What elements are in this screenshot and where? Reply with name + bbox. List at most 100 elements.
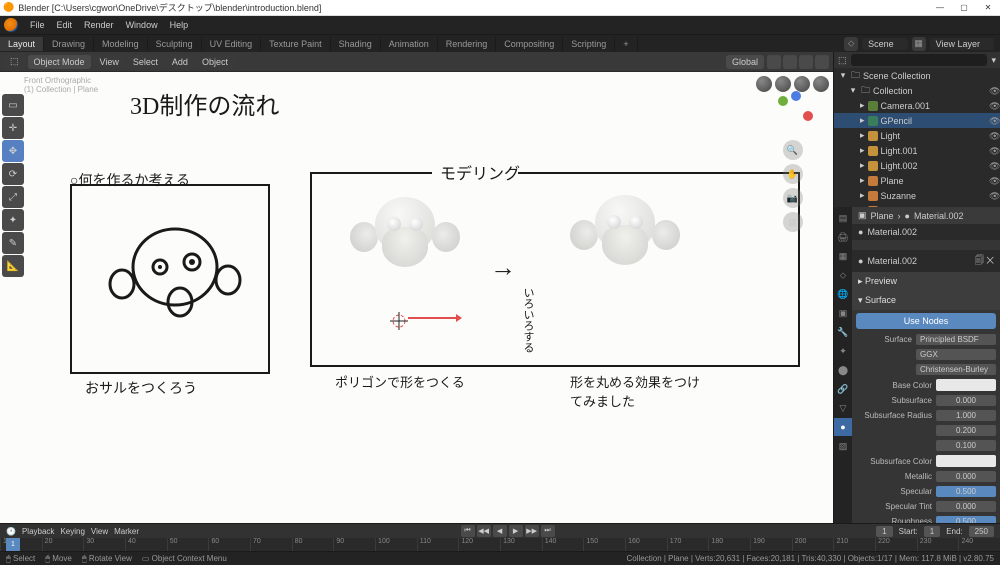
- tab-scripting[interactable]: Scripting: [563, 37, 615, 51]
- distribution-selector[interactable]: GGX: [916, 349, 996, 360]
- viewlayer-selector[interactable]: View Layer: [930, 38, 994, 50]
- zoom-gizmo-icon[interactable]: 🔍: [783, 140, 803, 160]
- surface-section[interactable]: ▾ Surface: [852, 291, 1000, 310]
- timeline-ruler[interactable]: 1 10203040506070809010011012013014015016…: [0, 538, 1000, 551]
- tab-rendering[interactable]: Rendering: [438, 37, 497, 51]
- cursor-tool[interactable]: ✛: [2, 117, 24, 139]
- current-frame-field[interactable]: 1: [876, 526, 892, 537]
- next-keyframe-button[interactable]: ▶▶: [525, 525, 539, 537]
- play-reverse-button[interactable]: ◀: [493, 525, 507, 537]
- menu-edit[interactable]: Edit: [51, 18, 79, 32]
- proportional-edit-icon[interactable]: [783, 55, 797, 69]
- viewport-menu-select[interactable]: Select: [127, 55, 164, 69]
- add-workspace-button[interactable]: +: [615, 37, 637, 51]
- outliner-filter-icon[interactable]: ▾: [991, 55, 996, 66]
- visibility-icon[interactable]: 👁: [989, 191, 998, 200]
- value-field[interactable]: 0.200: [936, 425, 996, 436]
- tab-world[interactable]: 🌐: [834, 285, 852, 303]
- visibility-icon[interactable]: 👁: [989, 176, 998, 185]
- navigation-gizmo[interactable]: [773, 96, 813, 136]
- outliner-item-gpencil[interactable]: ▸ GPencil👁: [834, 113, 1000, 128]
- tab-material[interactable]: ●: [834, 418, 852, 436]
- shading-solid-icon[interactable]: [775, 76, 791, 92]
- scale-tool[interactable]: ⤢: [2, 186, 24, 208]
- tab-uv-editing[interactable]: UV Editing: [202, 37, 262, 51]
- start-frame-field[interactable]: 1: [924, 526, 940, 537]
- move-tool[interactable]: ✥: [2, 140, 24, 162]
- outliner-item-light-001[interactable]: ▸ Light.001👁: [834, 143, 1000, 158]
- jump-end-button[interactable]: ⏭: [541, 525, 555, 537]
- menu-render[interactable]: Render: [78, 18, 120, 32]
- sss-method-selector[interactable]: Christensen-Burley: [916, 364, 996, 375]
- move-gizmo-x-icon[interactable]: [408, 317, 458, 319]
- close-button[interactable]: ✕: [976, 0, 1000, 15]
- editor-type-selector[interactable]: ⬚: [4, 54, 25, 69]
- outliner-item-camera-001[interactable]: ▸ Camera.001👁: [834, 98, 1000, 113]
- tab-animation[interactable]: Animation: [381, 37, 438, 51]
- outliner-scene-collection[interactable]: ▾🗀Scene Collection: [834, 68, 1000, 83]
- menu-help[interactable]: Help: [164, 18, 195, 32]
- tab-particles[interactable]: ✦: [834, 342, 852, 360]
- visibility-icon[interactable]: 👁: [989, 131, 998, 140]
- rotate-tool[interactable]: ⟳: [2, 163, 24, 185]
- menu-window[interactable]: Window: [120, 18, 164, 32]
- value-field[interactable]: 1.000: [936, 410, 996, 421]
- annotate-tool[interactable]: ✎: [2, 232, 24, 254]
- end-frame-field[interactable]: 250: [969, 526, 994, 537]
- shading-wireframe-icon[interactable]: [756, 76, 772, 92]
- playhead[interactable]: 1: [6, 538, 20, 551]
- prev-keyframe-button[interactable]: ◀◀: [477, 525, 491, 537]
- shading-material-icon[interactable]: [794, 76, 810, 92]
- tab-modifiers[interactable]: 🔧: [834, 323, 852, 341]
- visibility-icon[interactable]: 👁: [989, 161, 998, 170]
- use-nodes-button[interactable]: Use Nodes: [856, 313, 996, 329]
- measure-tool[interactable]: 📐: [2, 255, 24, 277]
- timeline-menu-marker[interactable]: Marker: [114, 527, 139, 536]
- transform-tool[interactable]: ✦: [2, 209, 24, 231]
- select-tool[interactable]: ▭: [2, 94, 24, 116]
- tab-scene[interactable]: ⬦: [834, 266, 852, 284]
- tab-render[interactable]: ▤: [834, 209, 852, 227]
- material-slot[interactable]: ●Material.002: [852, 224, 1000, 240]
- 3d-viewport[interactable]: Front Orthographic (1) Collection | Plan…: [0, 72, 833, 523]
- outliner-item-light[interactable]: ▸ Light👁: [834, 128, 1000, 143]
- axis-z-icon[interactable]: [791, 91, 801, 101]
- tab-object[interactable]: ▣: [834, 304, 852, 322]
- minimize-button[interactable]: —: [928, 0, 952, 15]
- camera-gizmo-icon[interactable]: 📷: [783, 188, 803, 208]
- visibility-icon[interactable]: 👁: [989, 146, 998, 155]
- viewport-menu-view[interactable]: View: [94, 55, 125, 69]
- outliner-type-icon[interactable]: ⬚: [838, 55, 847, 66]
- value-field[interactable]: 0.000: [936, 471, 996, 482]
- timeline-menu-keying[interactable]: Keying: [60, 527, 84, 536]
- visibility-icon[interactable]: 👁: [989, 116, 998, 125]
- snap-icon[interactable]: [767, 55, 781, 69]
- play-button[interactable]: ▶: [509, 525, 523, 537]
- timeline-menu-playback[interactable]: Playback: [22, 527, 54, 536]
- xray-toggle-icon[interactable]: [815, 55, 829, 69]
- value-field[interactable]: 0.000: [936, 501, 996, 512]
- value-field[interactable]: 0.100: [936, 440, 996, 451]
- tab-data[interactable]: ▽: [834, 399, 852, 417]
- value-field[interactable]: 0.500: [936, 486, 996, 497]
- material-name-field[interactable]: ●Material.002 🗐 ✕: [852, 250, 1000, 272]
- pan-gizmo-icon[interactable]: ✋: [783, 164, 803, 184]
- outliner-item-plane[interactable]: ▸ Plane👁: [834, 173, 1000, 188]
- timeline-type-icon[interactable]: 🕐: [6, 527, 16, 536]
- outliner-search-input[interactable]: [851, 54, 988, 66]
- tab-shading[interactable]: Shading: [331, 37, 381, 51]
- mode-selector[interactable]: Object Mode: [28, 55, 91, 69]
- surface-shader-selector[interactable]: Principled BSDF: [916, 334, 996, 345]
- shading-rendered-icon[interactable]: [813, 76, 829, 92]
- overlay-toggle-icon[interactable]: [799, 55, 813, 69]
- outliner-item-suzanne[interactable]: ▸ Suzanne👁: [834, 188, 1000, 203]
- tab-physics[interactable]: ⬤: [834, 361, 852, 379]
- color-swatch[interactable]: [936, 379, 996, 391]
- color-swatch[interactable]: [936, 455, 996, 467]
- preview-section[interactable]: ▸ Preview: [852, 272, 1000, 291]
- ortho-gizmo-icon[interactable]: ▦: [783, 212, 803, 232]
- value-field[interactable]: 0.000: [936, 395, 996, 406]
- menu-file[interactable]: File: [24, 18, 51, 32]
- tab-texture[interactable]: ▨: [834, 437, 852, 455]
- jump-start-button[interactable]: ⏮: [461, 525, 475, 537]
